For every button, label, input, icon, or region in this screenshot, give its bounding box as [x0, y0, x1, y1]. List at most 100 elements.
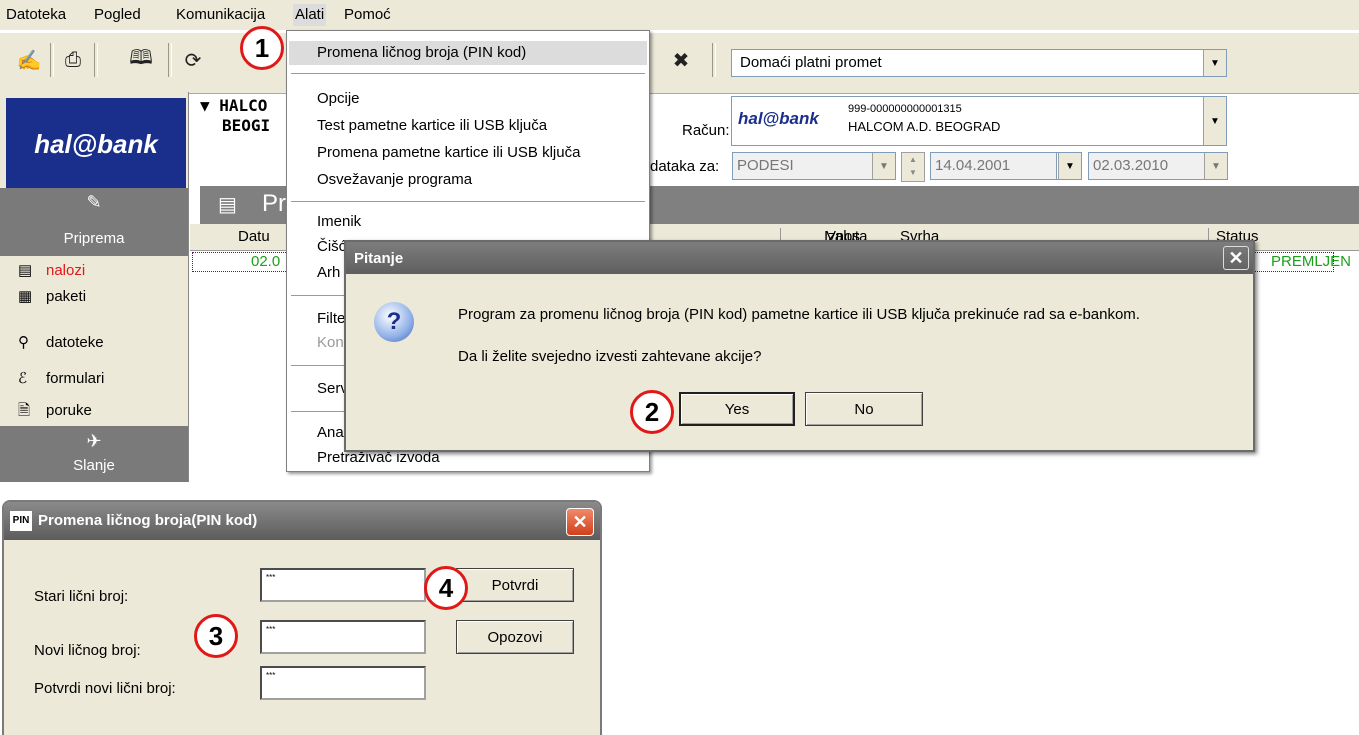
old-pin-input[interactable]: *** [260, 568, 426, 602]
section-priprema[interactable]: Priprema [0, 226, 188, 256]
account-bank-logo: hal@bank [738, 109, 819, 128]
confirm-pin-input[interactable]: *** [260, 666, 426, 700]
nav-poruke[interactable]: 🗎 poruke [18, 398, 92, 424]
chevron-down-icon[interactable]: ▼ [1203, 97, 1226, 145]
menu-pogled[interactable]: Pogled [94, 6, 141, 23]
dialog-titlebar: Pitanje ✕ [346, 242, 1253, 274]
panel-title: Pr [262, 190, 286, 217]
account-select[interactable]: hal@bank 999-000000000001315 HALCOM A.D.… [731, 96, 1227, 146]
menu-item-opcije[interactable]: Opcije [317, 87, 360, 111]
menu-item-filter[interactable]: Filte [317, 307, 345, 331]
section-slanje[interactable]: ✈ Slanje [0, 426, 188, 482]
cancel-button[interactable]: Opozovi [456, 620, 574, 654]
dialog-question: Da li želite svejedno izvesti zahtevane … [458, 348, 762, 365]
nav-formulari[interactable]: ℰformulari [18, 366, 104, 392]
step-badge-3: 3 [194, 614, 238, 658]
chevron-down-icon[interactable]: ▼ [1203, 50, 1226, 76]
tools-icon[interactable]: ✖ [666, 43, 696, 77]
date-from-select[interactable]: 14.04.2001 [930, 152, 1066, 180]
question-icon: ? [374, 302, 414, 342]
packages-icon: ▦ [18, 288, 33, 305]
date-to-value: 02.03.2010 [1093, 157, 1169, 174]
menu-item-test-card[interactable]: Test pametne kartice ili USB ključa [317, 114, 547, 138]
menu-item-imenik[interactable]: Imenik [317, 210, 361, 234]
company-line2: BEOGI [222, 116, 271, 135]
period-spinner[interactable]: ▲ ▼ [901, 152, 925, 182]
confirm-pin-label: Potvrdi novi lični broj: [34, 680, 176, 697]
menu-bar: Datoteka Pogled Komunikacija Alati Pomoć [0, 0, 1359, 30]
send-icon: ✈ [86, 431, 102, 451]
confirm-button[interactable]: Potvrdi [456, 568, 574, 602]
forms-icon: ℰ [18, 370, 28, 387]
step-badge-4: 4 [424, 566, 468, 610]
refresh-icon[interactable]: ⟳ [178, 43, 208, 77]
book-icon[interactable]: 🕮 [126, 43, 156, 77]
payment-type-select[interactable]: Domaći platni promet ▼ [731, 49, 1227, 77]
menu-item-refresh[interactable]: Osvežavanje programa [317, 168, 472, 192]
menu-alati[interactable]: Alati [293, 4, 327, 26]
close-icon[interactable]: ✕ [566, 508, 594, 536]
search-icon: ⚲ [18, 334, 29, 351]
menu-item-change-pin[interactable]: Promena ličnog broja (PIN kod) [289, 41, 647, 65]
menu-pomoc[interactable]: Pomoć [344, 6, 391, 23]
close-icon[interactable]: ✕ [1223, 246, 1249, 270]
toolbar-separator [94, 43, 98, 77]
nav-nalozi-label: nalozi [46, 262, 86, 279]
menu-komunikacija[interactable]: Komunikacija [176, 6, 265, 23]
menu-datoteka[interactable]: Datoteka [6, 6, 66, 23]
toolbar-separator [50, 43, 54, 77]
menu-item-ciscenje[interactable]: Čišć [317, 235, 346, 259]
pin-change-dialog: PIN Promena ličnog broja(PIN kod) ✕ Star… [2, 500, 602, 735]
column-header[interactable]: Datu [238, 228, 270, 245]
nav-paketi[interactable]: ▦ paketi [18, 284, 86, 310]
nav-nalozi[interactable]: ▤ nalozi [18, 258, 85, 284]
step-badge-2: 2 [630, 390, 674, 434]
pin-icon: PIN [10, 511, 32, 531]
payment-type-value: Domaći platni promet [740, 54, 882, 71]
date-to-select[interactable]: 02.03.2010 ▼ [1088, 152, 1228, 180]
menu-separator [291, 73, 645, 75]
chevron-down-icon[interactable]: ▼ [1204, 153, 1227, 179]
dialog-title: Pitanje [354, 250, 404, 267]
chevron-down-icon[interactable]: ▼ [1058, 153, 1081, 179]
period-select[interactable]: PODESI ▼ [732, 152, 896, 180]
sign-icon[interactable]: ✍ [14, 43, 44, 77]
account-bank-name: HALCOM A.D. BEOGRAD [848, 119, 1001, 134]
chevron-down-icon[interactable]: ▼ [872, 153, 895, 179]
account-label: Račun: [682, 122, 730, 139]
menu-item-analiza[interactable]: Ana [317, 421, 344, 445]
company-line1: HALCO [219, 96, 268, 115]
step-badge-1: 1 [240, 26, 284, 70]
toolbar-separator [712, 43, 716, 77]
pin-dialog-title: Promena ličnog broja(PIN kod) [38, 512, 258, 529]
nav-formulari-label: formulari [46, 370, 105, 387]
period-label: dataka za: [650, 158, 720, 175]
new-pin-label: Novi ličnog broj: [34, 642, 141, 659]
new-pin-input[interactable]: *** [260, 620, 426, 654]
question-dialog: Pitanje ✕ ? Program za promenu ličnog br… [344, 240, 1255, 452]
row-status: PREMLJEN [1271, 253, 1352, 270]
nav-paketi-label: paketi [46, 288, 87, 305]
nav-datoteke[interactable]: ⚲ datoteke [18, 330, 104, 356]
orders-icon: ▤ [18, 262, 33, 279]
halebank-logo: hal@bank [6, 98, 186, 190]
period-value: PODESI [737, 157, 794, 174]
pin-dialog-titlebar: PIN Promena ličnog broja(PIN kod) ✕ [4, 502, 600, 540]
print-icon[interactable]: ⎙ [58, 43, 88, 77]
toolbar-separator [168, 43, 172, 77]
no-button[interactable]: No [805, 392, 923, 426]
company-name: ▼ HALCO BEOGI [200, 96, 270, 136]
toolbar: ✍ ⎙ 🕮 ⟳ ✖ Domaći platni promet ▼ [0, 32, 1359, 94]
menu-item-arhiva[interactable]: Arh [317, 261, 340, 285]
nav-poruke-label: poruke [46, 402, 92, 419]
yes-button[interactable]: Yes [679, 392, 795, 426]
logo-text: hal@bank [34, 128, 158, 159]
date-from-value: 14.04.2001 [935, 157, 1011, 174]
orders-icon: ▤ [218, 194, 237, 216]
row-date: 02.0 [251, 253, 281, 270]
account-number: 999-000000000001315 [848, 103, 962, 115]
date-from-dropdown[interactable]: ▼ [1056, 152, 1082, 180]
section-slanje-label: Slanje [73, 457, 115, 474]
collapse-icon[interactable]: ▼ [200, 96, 219, 115]
menu-item-change-card[interactable]: Promena pametne kartice ili USB ključa [317, 141, 580, 165]
